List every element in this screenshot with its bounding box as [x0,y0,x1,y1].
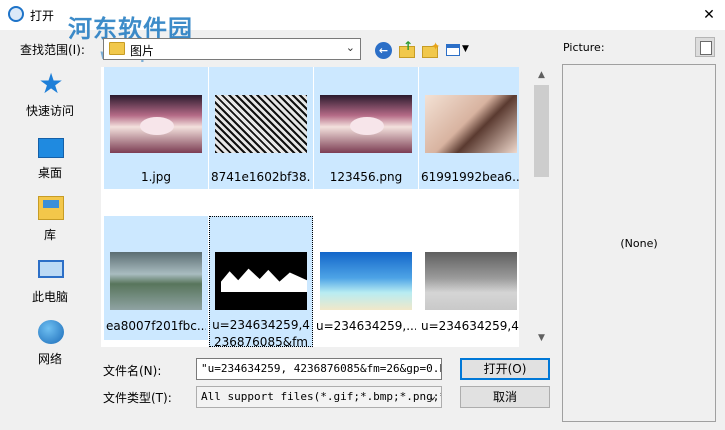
file-list-scrollbar[interactable]: ▲ ▼ [533,67,550,347]
file-name-input[interactable]: "u=234634259, 4236876085&fm=26&gp=0.bm [196,358,442,380]
view-menu-button[interactable]: ▼ [445,40,473,60]
network-icon [38,320,64,344]
place-library[interactable]: 库 [10,192,90,248]
file-type-dropdown[interactable]: All support files(*.gif;*.bmp;*.png;* ⌄ [196,386,442,408]
file-item[interactable]: 1.jpg [104,67,208,189]
cancel-button[interactable]: 取消 [460,386,550,408]
title-bar: 打开 河东软件园 ✕ [0,0,725,43]
place-label: 库 [43,228,56,242]
file-name: 8741e1602bf38... [211,170,311,184]
file-item[interactable]: u=234634259,4236876085&fm=2 [209,216,313,347]
file-item[interactable]: u=234634259,4... [419,216,519,340]
desktop-icon [38,138,64,158]
new-folder-button[interactable]: ✦ [421,40,441,60]
sparkle-icon: ✦ [431,40,441,53]
open-button[interactable]: 打开(O) [460,358,550,380]
file-thumbnail [320,252,412,310]
scroll-thumb[interactable] [534,85,549,177]
up-folder-button[interactable]: ↑ [398,39,418,60]
file-name: 1.jpg [140,170,172,184]
place-label: 快速访问 [25,104,74,118]
scroll-up-icon[interactable]: ▲ [533,67,550,84]
file-item[interactable]: 123456.png [314,67,418,189]
file-item[interactable]: ea8007f201fbc... [104,216,208,340]
file-name-label: 文件名(N): [103,364,162,378]
file-name: u=234634259,... [316,319,416,333]
file-name: u=234634259,4236876085&fm=2 [212,318,310,347]
file-item[interactable]: 8741e1602bf38... [209,67,313,189]
file-thumbnail [215,95,307,153]
window-title: 打开 [30,9,55,23]
chevron-down-icon: ⌄ [345,41,355,54]
file-type-value: All support files(*.gif;*.bmp;*.png;* [201,390,442,403]
place-quick-access[interactable]: ★ 快速访问 [10,68,90,124]
preview-label: Picture: [563,41,605,54]
file-thumbnail [425,252,517,310]
file-item[interactable]: u=234634259,... [314,216,418,340]
file-name: u=234634259,4... [421,319,519,333]
place-label: 桌面 [37,166,62,180]
computer-icon [38,260,64,278]
view-grid-icon [446,44,460,56]
file-type-label: 文件类型(T): [103,391,172,405]
preview-pane: (None) [562,64,716,422]
library-icon [38,196,64,220]
file-item[interactable]: 61991992bea6... [419,67,519,189]
close-button[interactable]: ✕ [693,0,725,30]
back-button[interactable]: ← [375,42,392,59]
file-thumbnail [215,252,307,310]
preview-toggle-button[interactable] [695,37,715,57]
look-in-dropdown[interactable]: 图片 ⌄ [103,38,361,60]
dropdown-arrow-icon: ▼ [462,44,469,54]
folder-icon [109,42,125,55]
look-in-value: 图片 [130,44,155,58]
star-icon: ★ [38,67,64,100]
file-thumbnail [110,252,202,310]
look-in-label: 查找范围(I): [20,43,85,57]
file-name: 123456.png [329,170,403,184]
up-arrow-icon: ↑ [403,39,414,53]
place-label: 此电脑 [31,290,68,304]
file-thumbnail [425,95,517,153]
preview-empty-text: (None) [620,237,658,250]
file-name: ea8007f201fbc... [106,319,206,333]
file-list: 1.jpg 8741e1602bf38... 123456.png 619919… [101,67,519,347]
file-name: 61991992bea6... [421,170,519,184]
file-thumbnail [110,95,202,153]
place-desktop[interactable]: 桌面 [10,130,90,186]
app-icon [8,6,24,22]
scroll-down-icon[interactable]: ▼ [533,330,550,347]
file-thumbnail [320,95,412,153]
place-this-pc[interactable]: 此电脑 [10,254,90,310]
chevron-down-icon: ⌄ [429,389,436,402]
place-network[interactable]: 网络 [10,316,90,372]
place-label: 网络 [37,352,62,366]
